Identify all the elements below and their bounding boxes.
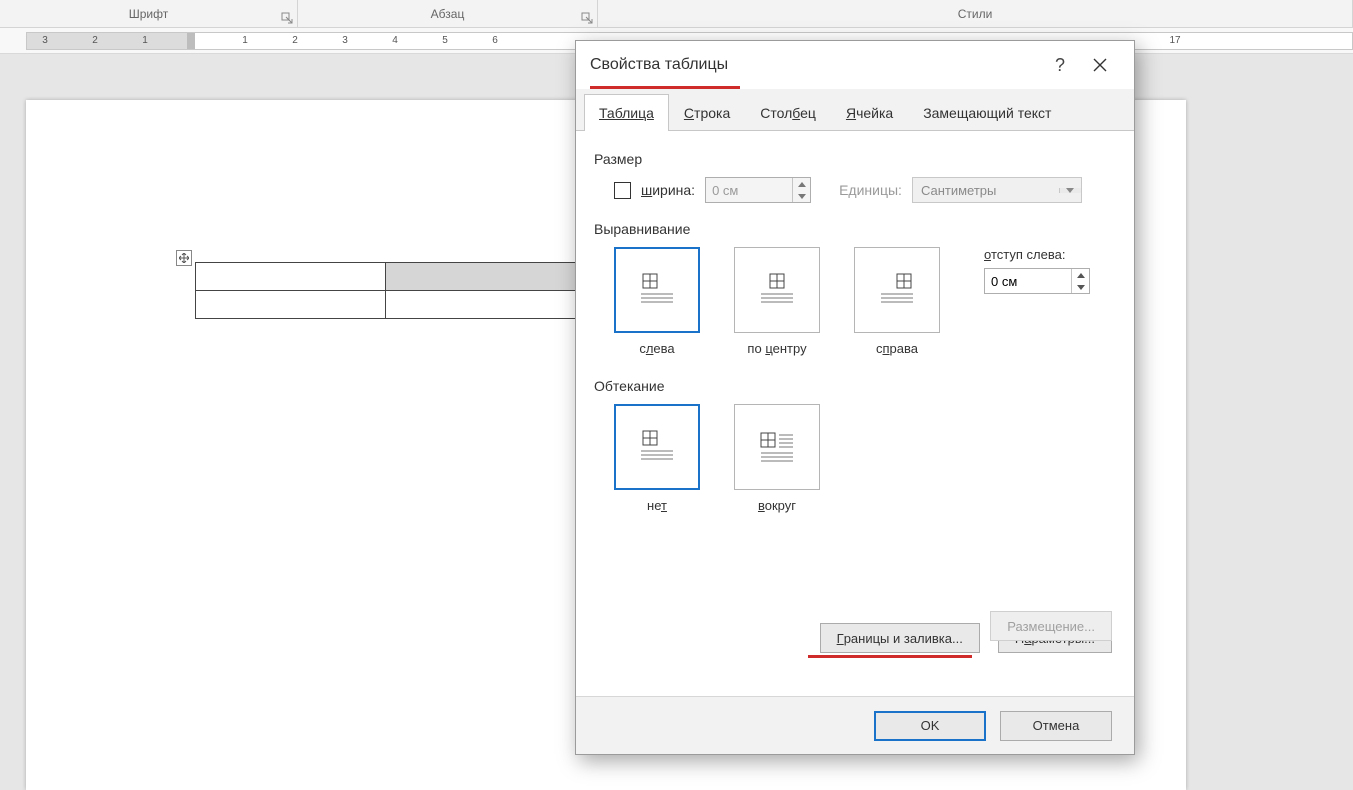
spinner-up-icon[interactable] xyxy=(793,178,810,190)
wrap-none-label: нет xyxy=(647,498,667,513)
table-properties-dialog: Свойства таблицы ? Таблица Строка Столбе… xyxy=(575,40,1135,755)
dialog-tabs: Таблица Строка Столбец Ячейка Замещающий… xyxy=(576,93,1134,131)
indent-spinner[interactable] xyxy=(984,268,1090,294)
dialog-title: Свойства таблицы xyxy=(590,56,1040,74)
ribbon-group-font-label: Шрифт xyxy=(129,7,168,21)
chevron-down-icon xyxy=(1059,188,1081,193)
table-row[interactable] xyxy=(196,263,576,291)
ribbon-group-font: Шрифт xyxy=(0,0,298,27)
ruler-label: 5 xyxy=(442,35,448,46)
align-center-option[interactable] xyxy=(734,247,820,333)
section-wrap-label: Обтекание xyxy=(594,378,1116,394)
document-table[interactable] xyxy=(195,262,576,319)
spinner-up-icon[interactable] xyxy=(1072,269,1089,281)
cancel-button[interactable]: Отмена xyxy=(1000,711,1112,741)
indent-left-label: отступ слева: xyxy=(984,247,1090,262)
ribbon-group-labels: Шрифт Абзац Стили xyxy=(0,0,1353,28)
ribbon-group-paragraph: Абзац xyxy=(298,0,598,27)
align-center-icon xyxy=(757,270,797,310)
placement-button: Размещение... xyxy=(990,611,1112,641)
align-right-icon xyxy=(877,270,917,310)
ribbon-group-paragraph-label: Абзац xyxy=(431,7,465,21)
align-right-label: справа xyxy=(876,341,918,356)
wrap-around-label: вокруг xyxy=(758,498,796,513)
close-button[interactable] xyxy=(1080,45,1120,85)
spinner-down-icon[interactable] xyxy=(793,190,810,202)
close-icon xyxy=(1092,57,1108,73)
ruler-label: 17 xyxy=(1169,35,1180,46)
annotation-underline xyxy=(808,655,972,658)
tab-alt-text[interactable]: Замещающий текст xyxy=(908,94,1066,131)
align-left-icon xyxy=(637,270,677,310)
ribbon-group-styles: Стили xyxy=(598,0,1353,27)
indent-input[interactable] xyxy=(985,269,1071,293)
ruler-label: 3 xyxy=(342,35,348,46)
align-right-option[interactable] xyxy=(854,247,940,333)
ruler-label: 6 xyxy=(492,35,498,46)
tab-column[interactable]: Столбец xyxy=(745,94,831,131)
wrap-around-icon xyxy=(757,427,797,467)
ruler-label: 1 xyxy=(242,35,248,46)
wrap-around-option[interactable] xyxy=(734,404,820,490)
section-size-label: Размер xyxy=(594,151,1116,167)
ruler-label: 1 xyxy=(142,35,148,46)
width-spinner[interactable] xyxy=(705,177,811,203)
dialog-titlebar[interactable]: Свойства таблицы ? xyxy=(576,41,1134,89)
table-row[interactable] xyxy=(196,291,576,319)
align-left-option[interactable] xyxy=(614,247,700,333)
align-center-label: по центру xyxy=(747,341,806,356)
annotation-underline xyxy=(590,86,740,89)
tab-table[interactable]: Таблица xyxy=(584,94,669,131)
ruler-label: 4 xyxy=(392,35,398,46)
table-move-handle-icon[interactable] xyxy=(176,250,192,266)
width-checkbox-label: ширина: xyxy=(641,182,695,198)
help-button[interactable]: ? xyxy=(1040,55,1080,76)
wrap-none-icon xyxy=(637,427,677,467)
tab-row[interactable]: Строка xyxy=(669,94,745,131)
units-label: Единицы: xyxy=(839,182,902,198)
ruler-label: 3 xyxy=(42,35,48,46)
tab-body-table: Размер ширина: Единицы: Сантиметры Вырав… xyxy=(576,131,1134,696)
ruler-label: 2 xyxy=(92,35,98,46)
borders-shading-button[interactable]: Границы и заливка... xyxy=(820,623,980,653)
section-align-label: Выравнивание xyxy=(594,221,1116,237)
wrap-none-option[interactable] xyxy=(614,404,700,490)
paragraph-dialog-launcher-icon[interactable] xyxy=(581,12,593,24)
tab-cell[interactable]: Ячейка xyxy=(831,94,908,131)
width-checkbox[interactable] xyxy=(614,182,631,199)
ruler-label: 2 xyxy=(292,35,298,46)
spinner-down-icon[interactable] xyxy=(1072,281,1089,293)
dialog-footer: OK Отмена xyxy=(576,696,1134,754)
ok-button[interactable]: OK xyxy=(874,711,986,741)
ribbon-group-styles-label: Стили xyxy=(958,7,993,21)
width-input[interactable] xyxy=(706,178,792,202)
align-left-label: слева xyxy=(639,341,674,356)
units-combo[interactable]: Сантиметры xyxy=(912,177,1082,203)
units-combo-value: Сантиметры xyxy=(913,183,1059,198)
font-dialog-launcher-icon[interactable] xyxy=(281,12,293,24)
